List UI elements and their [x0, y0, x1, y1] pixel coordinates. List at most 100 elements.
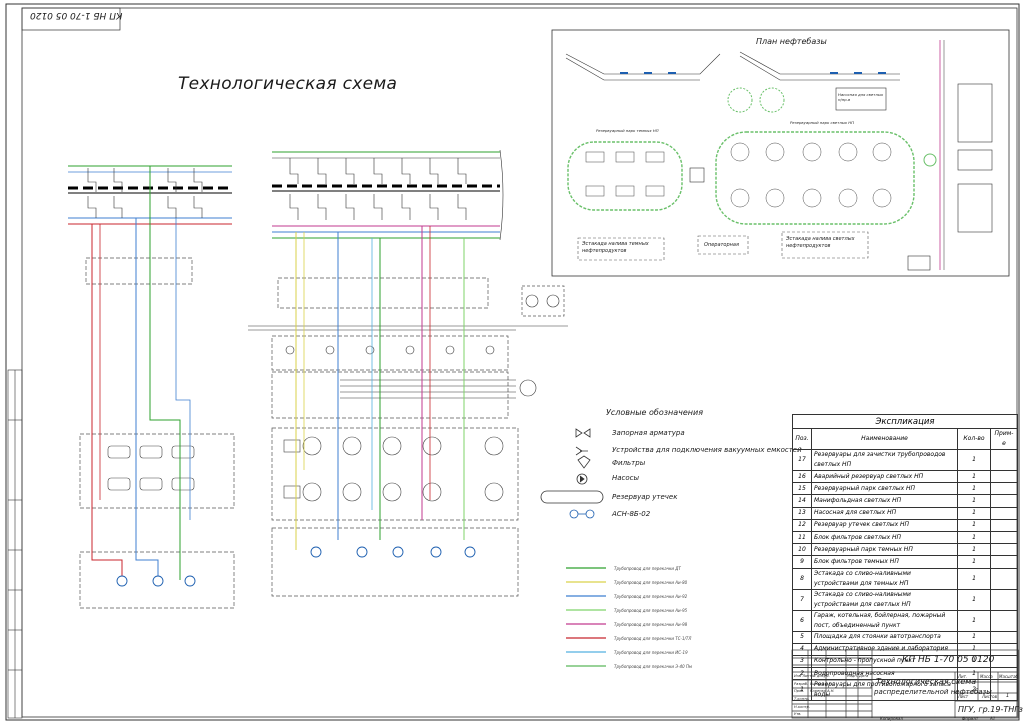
table-row: 13 Насосная для светлых НП 1	[792, 506, 1018, 520]
cell-pos: 10	[792, 543, 812, 557]
cell-name: Резервуары для зачистки трубопроводов св…	[811, 449, 958, 471]
plan-dark-park-label: Резервуарный парк темных НП	[596, 128, 659, 133]
table-row: 4 Административное здание и лаборатория 1	[792, 642, 1018, 656]
cell-qty: 1	[957, 588, 991, 611]
cell-note	[990, 506, 1018, 520]
pipeline-legend-lines	[566, 567, 606, 667]
pipe-label: Трубопровод для перекачки Аи-95	[614, 608, 688, 613]
header-name: Наименование	[811, 428, 958, 450]
table-row: 17 Резервуары для зачистки трубопроводов …	[792, 449, 1018, 471]
cell-qty: 1	[957, 530, 991, 545]
cell-note	[990, 642, 1018, 656]
cell-name: Насосная для светлых НП	[811, 506, 958, 520]
cell-pos: 7	[792, 588, 812, 611]
drawing-sheet: КП НБ 1-70 05 0120 Технологическая схема…	[0, 0, 1024, 724]
cell-pos: 8	[792, 567, 812, 590]
cell-pos: 9	[792, 555, 812, 569]
pipe-label: Трубопровод для перекачки ДТ	[614, 566, 681, 571]
legend-symbols	[540, 428, 604, 519]
cell-pos: 17	[792, 449, 812, 471]
cell-name: Эстакада со сливо-наливными устройствами…	[811, 588, 958, 611]
plan-operator-label: Операторная	[704, 242, 740, 248]
cell-name: Площадка для стоянки автотранспорта	[811, 630, 958, 644]
cell-name: Гараж, котельная, бойлерная, пожарный по…	[811, 609, 958, 632]
cell-pos: 11	[792, 530, 812, 545]
cell-name: Манифольдная светлых НП	[811, 494, 958, 508]
legend-vacuum: Устройства для подключения вакуумных емк…	[612, 446, 802, 454]
titleblock-utv: Утв.	[794, 712, 802, 716]
legend-asn: АСН-8Б-02	[612, 510, 651, 518]
table-row: 10 Резервуарный парк темных НП 1	[792, 543, 1018, 557]
table-row: 7 Эстакада со сливо-наливными устройствам…	[792, 588, 1018, 611]
cell-note	[990, 469, 1018, 484]
cell-note	[990, 555, 1018, 569]
titleblock-org: ПГУ, гр.19-ТНГз	[958, 705, 1023, 714]
table-row: 11 Блок фильтров светлых НП 1	[792, 530, 1018, 545]
table-row: 16 Аварийный резервуар светлых НП 1	[792, 469, 1018, 484]
stamp-code: КП НБ 1-70 05 0120	[30, 10, 123, 20]
pipe-label: Трубопровод для перекачки Аи-80	[614, 580, 688, 585]
cell-pos: 15	[792, 482, 812, 496]
site-plan	[551, 29, 1010, 277]
table-row: 15 Резервуарный парк светлых НП 1	[792, 482, 1018, 496]
legend-leak-tank: Резервуар утечек	[612, 493, 678, 501]
cell-note	[990, 482, 1018, 496]
titleblock-sheet: Лист	[958, 694, 969, 699]
titleblock-prov: Пров.	[794, 689, 805, 693]
cell-note	[990, 494, 1018, 508]
titleblock-razrab: Разраб.	[794, 682, 809, 686]
plan-rack-dark-label: Эстакада налива темных нефтепродуктов	[582, 241, 649, 254]
cell-pos: 13	[792, 506, 812, 520]
cell-qty: 1	[957, 482, 991, 496]
cell-name: Блок фильтров светлых НП	[811, 530, 958, 545]
cell-name: Административное здание и лаборатория	[811, 642, 958, 656]
pipe-label: Трубопровод для перекачки ТС-1/ТЛ	[614, 636, 692, 641]
titleblock-ndoc: № докум.	[812, 674, 830, 678]
pipe-label: Трубопровод для перекачки Э-40 Пм	[614, 664, 692, 669]
cell-note	[990, 518, 1018, 532]
cell-qty: 1	[957, 449, 991, 471]
titleblock-scale: Масштаб	[999, 674, 1019, 679]
titleblock-nkontr: Н.контр.	[794, 705, 811, 709]
legend-filters: Фильтры	[612, 459, 646, 467]
cell-note	[990, 567, 1018, 590]
titleblock-date: Дата	[859, 674, 869, 678]
cell-name: Эстакада со сливо-наливными устройствами…	[811, 567, 958, 590]
cell-pos: 4	[792, 642, 812, 656]
cell-pos: 12	[792, 518, 812, 532]
titleblock-format-val: А1	[990, 716, 996, 721]
table-row: 5 Площадка для стоянки автотранспорта 1	[792, 630, 1018, 644]
legend-title: Условные обозначения	[606, 408, 704, 417]
table-row: 12 Резервуар утечек светлых НП 1	[792, 518, 1018, 532]
titleblock-sheets-val: 1	[1006, 693, 1010, 699]
cell-name: Резервуар утечек светлых НП	[811, 518, 958, 532]
cell-note	[990, 449, 1018, 471]
dark-scheme	[68, 165, 235, 609]
table-row: 9 Блок фильтров темных НП 1	[792, 555, 1018, 569]
titleblock-sheets: Листов	[982, 694, 997, 699]
light-scheme	[248, 149, 568, 597]
titleblock-sign: Подп.	[847, 674, 858, 678]
plan-light-park-label: Резервуарный парк светлых НП	[790, 120, 854, 125]
cell-note	[990, 630, 1018, 644]
titleblock-copied: Копировал	[880, 716, 903, 721]
page-title: Технологическая схема	[178, 74, 398, 94]
legend-valve: Запорная арматура	[612, 429, 685, 437]
cell-pos: 3	[792, 654, 812, 669]
cell-qty: 1	[957, 555, 991, 569]
cell-note	[990, 654, 1018, 669]
titleblock-lit: Лит.	[958, 674, 968, 679]
cell-pos: 14	[792, 494, 812, 508]
cell-note	[990, 543, 1018, 557]
cell-qty: 1	[957, 642, 991, 656]
table-row: 8 Эстакада со сливо-наливными устройствам…	[792, 567, 1018, 590]
cell-qty: 1	[957, 567, 991, 590]
cell-pos: 16	[792, 469, 812, 484]
cell-pos: 6	[792, 609, 812, 632]
titleblock-prov-name: Коренко А.Н.	[810, 689, 835, 693]
plan-rack-light-label: Эстакада налива светлых нефтепродуктов	[786, 236, 855, 249]
titleblock-tkontr: Т.контр.	[794, 697, 810, 701]
cell-note	[990, 609, 1018, 632]
cell-qty: 1	[957, 630, 991, 644]
cell-qty: 1	[957, 543, 991, 557]
